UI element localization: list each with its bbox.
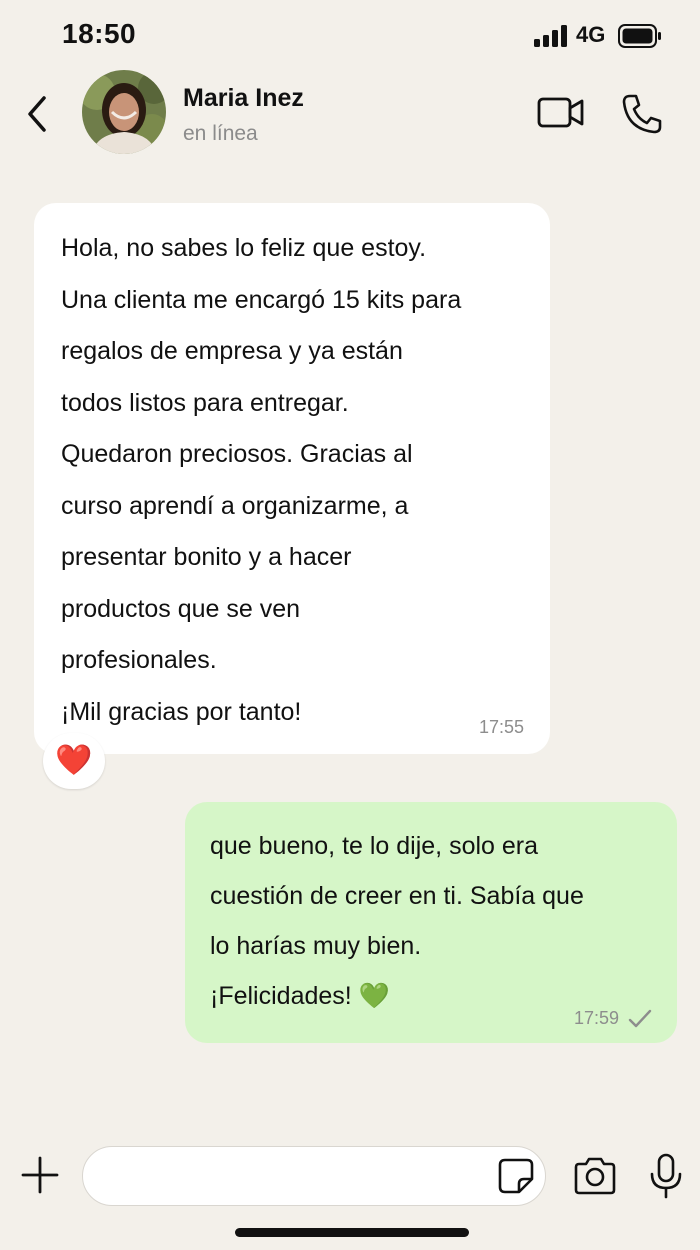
- presence-status: en línea: [183, 122, 258, 145]
- microphone-icon[interactable]: [648, 1153, 684, 1199]
- message-input[interactable]: [82, 1146, 546, 1206]
- outgoing-message-bubble[interactable]: que bueno, te lo dije, solo era cuestión…: [185, 802, 677, 1043]
- contact-name[interactable]: Maria Inez: [183, 84, 304, 113]
- message-composer: [0, 1140, 700, 1220]
- home-indicator[interactable]: [235, 1228, 469, 1237]
- status-time: 18:50: [62, 18, 137, 49]
- chat-header: Maria Inez en línea: [0, 62, 700, 172]
- status-bar: 18:50 4G: [0, 0, 700, 70]
- heart-reaction-icon[interactable]: ❤️: [43, 733, 105, 789]
- plus-icon[interactable]: [20, 1155, 60, 1195]
- message-text: que bueno, te lo dije, solo era cuestión…: [210, 832, 584, 1010]
- network-type: 4G: [576, 22, 606, 47]
- message-time: 17:55: [478, 717, 524, 737]
- incoming-message-bubble[interactable]: Hola, no sabes lo feliz que estoy. Una c…: [34, 203, 550, 754]
- back-chevron-icon[interactable]: [22, 92, 56, 136]
- message-time: 17:59: [573, 1008, 619, 1028]
- message-text: Hola, no sabes lo feliz que estoy. Una c…: [61, 234, 462, 726]
- video-call-icon[interactable]: [536, 92, 586, 132]
- sticker-icon[interactable]: [497, 1157, 535, 1195]
- camera-icon[interactable]: [572, 1156, 618, 1196]
- single-check-icon: [627, 1008, 653, 1030]
- avatar[interactable]: [82, 70, 166, 154]
- battery-icon: [618, 24, 662, 48]
- phone-call-icon[interactable]: [620, 92, 664, 136]
- signal-bars-icon: [534, 25, 568, 47]
